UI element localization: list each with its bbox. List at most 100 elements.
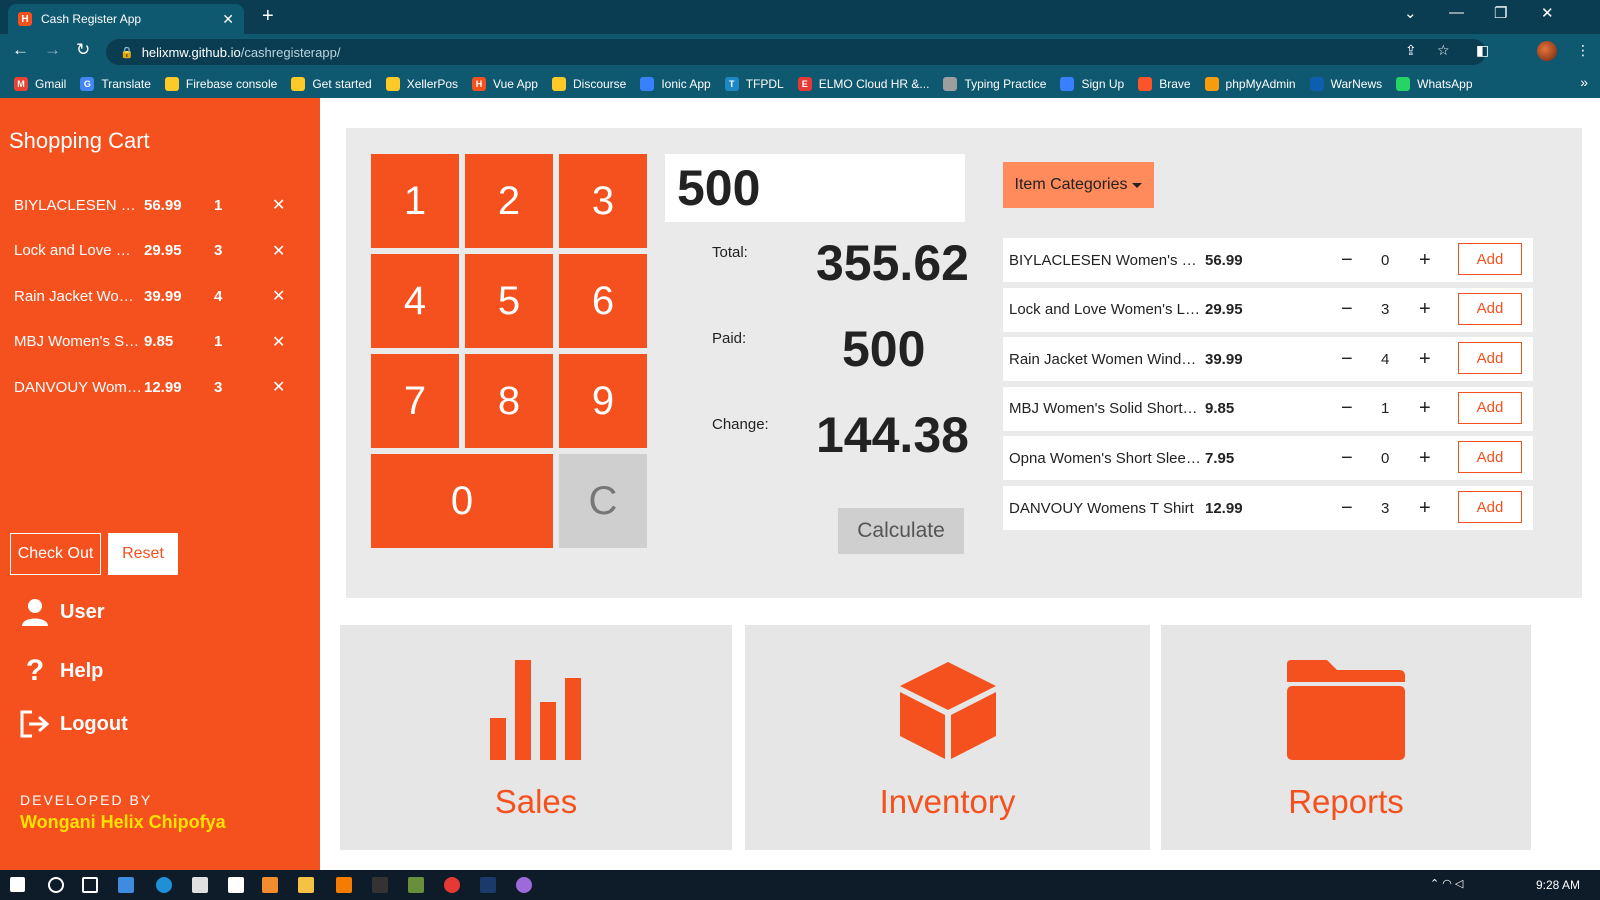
increment-icon[interactable]: + [1419, 397, 1431, 420]
nav-logout[interactable]: Logout [20, 710, 128, 738]
bookmark-item[interactable]: WhatsApp [1396, 77, 1473, 91]
digit-key-4[interactable]: 4 [371, 254, 459, 348]
catalog-item-qty: 0 [1381, 449, 1390, 467]
file-icon[interactable] [228, 877, 244, 893]
decrement-icon[interactable]: − [1341, 497, 1353, 520]
edge-icon[interactable] [156, 877, 172, 893]
remove-item-icon[interactable]: ✕ [272, 332, 285, 352]
bookmark-star-icon[interactable]: ☆ [1437, 42, 1450, 59]
bookmark-item[interactable]: M Gmail [14, 77, 66, 91]
decrement-icon[interactable]: − [1341, 447, 1353, 470]
bookmarks-overflow-icon[interactable]: » [1580, 74, 1588, 90]
bookmark-item[interactable]: Firebase console [164, 77, 277, 91]
increment-icon[interactable]: + [1419, 447, 1431, 470]
app-circle-icon[interactable] [516, 877, 532, 893]
remove-item-icon[interactable]: ✕ [272, 195, 285, 215]
increment-icon[interactable]: + [1419, 497, 1431, 520]
bookmark-item[interactable]: Typing Practice [943, 77, 1046, 91]
forward-icon[interactable]: → [44, 40, 61, 60]
add-to-cart-button[interactable]: Add [1458, 292, 1522, 325]
increment-icon[interactable]: + [1419, 348, 1431, 371]
new-tab-icon[interactable]: + [262, 5, 274, 28]
reload-icon[interactable]: ↻ [76, 40, 90, 60]
digit-key-8[interactable]: 8 [465, 354, 553, 448]
increment-icon[interactable]: + [1419, 249, 1431, 272]
bookmark-item[interactable]: T TFPDL [724, 77, 784, 91]
digit-key-5[interactable]: 5 [465, 254, 553, 348]
decrement-icon[interactable]: − [1341, 348, 1353, 371]
restore-icon[interactable]: ❐ [1494, 4, 1507, 22]
tab-search-icon[interactable]: ⌄ [1404, 4, 1417, 22]
bookmark-item[interactable]: Ionic App [640, 77, 711, 91]
item-categories-dropdown[interactable]: Item Categories [1003, 162, 1154, 208]
add-to-cart-button[interactable]: Add [1458, 441, 1522, 474]
bookmark-label: Typing Practice [964, 77, 1047, 91]
bookmark-item[interactable]: Sign Up [1060, 77, 1124, 91]
bookmark-item[interactable]: WarNews [1309, 77, 1382, 91]
side-panel-icon[interactable]: ◧ [1476, 42, 1489, 59]
bookmark-item[interactable]: phpMyAdmin [1204, 77, 1296, 91]
bookmark-item[interactable]: G Translate [80, 77, 151, 91]
digit-key-7[interactable]: 7 [371, 354, 459, 448]
wifi-icon[interactable]: ⌃ ◠ ◁ [1430, 877, 1463, 893]
app-icon[interactable] [372, 877, 388, 893]
nav-help[interactable]: ? Help [20, 654, 104, 688]
task-view-icon[interactable] [82, 877, 98, 893]
nav-user[interactable]: User [20, 598, 104, 626]
bookmark-item[interactable]: E ELMO Cloud HR &... [797, 77, 929, 91]
menu-kebab-icon[interactable]: ⋮ [1576, 42, 1590, 59]
digit-key-9[interactable]: 9 [559, 354, 647, 448]
explorer-icon[interactable] [298, 877, 314, 893]
share-icon[interactable]: ⇪ [1405, 42, 1417, 59]
sublime-icon[interactable] [262, 877, 278, 893]
bookmark-item[interactable]: H Vue App [472, 77, 538, 91]
digit-key-1[interactable]: 1 [371, 154, 459, 248]
digit-key-2[interactable]: 2 [465, 154, 553, 248]
profile-avatar[interactable] [1537, 41, 1557, 61]
close-window-icon[interactable]: ✕ [1541, 4, 1554, 22]
decrement-icon[interactable]: − [1341, 298, 1353, 321]
decrement-icon[interactable]: − [1341, 249, 1353, 272]
reports-tile[interactable]: Reports [1161, 625, 1531, 850]
cart-item-name: DANVOUY Womens T Shirt [14, 378, 144, 396]
bookmark-item[interactable]: XellerPos [385, 77, 458, 91]
remove-item-icon[interactable]: ✕ [272, 377, 285, 397]
windows-start-icon[interactable] [10, 877, 25, 892]
catalog-item-price: 39.99 [1205, 350, 1243, 368]
calculate-button[interactable]: Calculate [838, 508, 964, 554]
inventory-tile[interactable]: Inventory [745, 625, 1150, 850]
increment-icon[interactable]: + [1419, 298, 1431, 321]
clear-key[interactable]: C [559, 454, 647, 548]
bookmark-item[interactable]: Get started [291, 77, 372, 91]
minecraft-icon[interactable] [408, 877, 424, 893]
sales-tile[interactable]: Sales [340, 625, 732, 850]
add-to-cart-button[interactable]: Add [1458, 243, 1522, 275]
browser-tab[interactable]: H Cash Register App ✕ [8, 4, 244, 34]
photoshop-icon[interactable] [480, 877, 496, 893]
back-icon[interactable]: ← [12, 40, 29, 60]
catalog-item-qty: 3 [1381, 499, 1390, 517]
bookmark-label: Brave [1159, 77, 1191, 91]
digit-key-6[interactable]: 6 [559, 254, 647, 348]
bookmark-item[interactable]: Brave [1138, 77, 1191, 91]
chrome-icon[interactable] [444, 877, 460, 893]
reset-button[interactable]: Reset [108, 533, 178, 575]
search-icon[interactable] [48, 877, 64, 893]
remove-item-icon[interactable]: ✕ [272, 286, 285, 306]
digit-key-0[interactable]: 0 [371, 454, 553, 548]
decrement-icon[interactable]: − [1341, 397, 1353, 420]
store-icon[interactable] [118, 877, 134, 893]
tab-close-icon[interactable]: ✕ [222, 11, 234, 28]
digit-key-3[interactable]: 3 [559, 154, 647, 248]
add-to-cart-button[interactable]: Add [1458, 342, 1522, 375]
minimize-icon[interactable]: — [1449, 4, 1464, 21]
add-to-cart-button[interactable]: Add [1458, 391, 1522, 424]
bookmark-item[interactable]: Discourse [551, 77, 626, 91]
add-to-cart-button[interactable]: Add [1458, 491, 1522, 523]
bag-icon[interactable] [192, 877, 208, 893]
url-field[interactable]: 🔒 helixmw.github.io/cashregisterapp/ [106, 39, 1486, 65]
checkout-button[interactable]: Check Out [10, 533, 101, 575]
address-bar-row: ← → ↻ 🔒 helixmw.github.io/cashregisterap… [0, 34, 1600, 70]
remove-item-icon[interactable]: ✕ [272, 241, 285, 261]
vlc-icon[interactable] [336, 877, 352, 893]
